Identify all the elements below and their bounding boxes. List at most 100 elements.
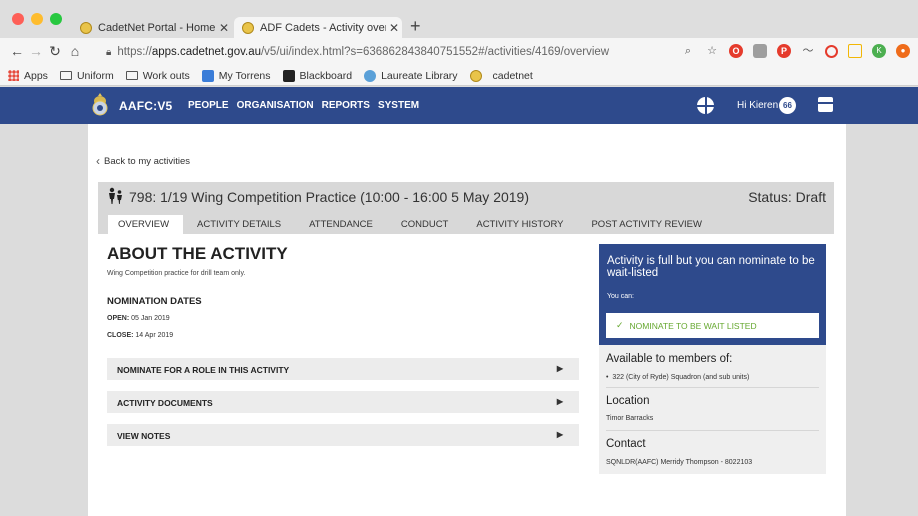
tab-activity-history[interactable]: ACTIVITY HISTORY: [462, 215, 577, 234]
opera-extension-icon[interactable]: O: [729, 44, 743, 58]
accordion-view-notes[interactable]: VIEW NOTES ▶: [107, 424, 579, 446]
tab-conduct[interactable]: CONDUCT: [387, 215, 463, 234]
activity-header: 798: 1/19 Wing Competition Practice (10:…: [98, 182, 834, 234]
close-date: 14 Apr 2019: [135, 332, 174, 339]
activity-status: Status: Draft: [748, 189, 826, 205]
nominate-button-label: NOMINATE TO BE WAIT LISTED: [629, 320, 757, 331]
nomination-open: OPEN: 05 Jan 2019: [107, 315, 170, 322]
browser-tab-activity[interactable]: ADF Cadets - Activity overview ✕: [234, 17, 402, 38]
bookmark-uniform[interactable]: Uniform: [59, 70, 114, 82]
members-heading: Available to members of:: [606, 353, 733, 365]
extension-wave-icon[interactable]: 〜: [801, 44, 815, 58]
bookmark-my-torrens[interactable]: My Torrens: [201, 69, 271, 82]
accordion-label: NOMINATE FOR A ROLE IN THIS ACTIVITY: [117, 365, 290, 375]
members-item-text: 322 (City of Ryde) Squadron (and sub uni…: [612, 374, 750, 381]
blackboard-icon: [282, 69, 295, 82]
bookmark-apps[interactable]: Apps: [8, 70, 48, 82]
close-tab-icon[interactable]: ✕: [386, 21, 402, 35]
members-item: • 322 (City of Ryde) Squadron (and sub u…: [606, 374, 750, 381]
nomination-dates-heading: NOMINATION DATES: [107, 296, 202, 307]
address-bar[interactable]: 🔒︎ https://apps.cadetnet.gov.au/v5/ui/in…: [106, 42, 609, 62]
divider: [606, 387, 819, 388]
nav-people[interactable]: PEOPLE: [188, 100, 229, 111]
bookmark-blackboard[interactable]: Blackboard: [282, 69, 353, 82]
tab-title: CadetNet Portal - Home: [98, 21, 216, 34]
url-prefix: https://: [117, 46, 152, 58]
bookmark-workouts[interactable]: Work outs: [125, 69, 190, 82]
tab-title: ADF Cadets - Activity overview: [260, 21, 386, 34]
checkmark-icon: ✓: [616, 320, 624, 330]
contact-value: SQNLDR(AAFC) Merridy Thompson - 8022103: [606, 459, 753, 466]
back-to-activities-link[interactable]: ‹ Back to my activities: [96, 154, 190, 168]
profile-avatar[interactable]: K: [872, 44, 886, 58]
extension-orange-icon[interactable]: ●: [896, 44, 910, 58]
bookmark-label: Apps: [24, 69, 48, 82]
triangle-right-icon: ▶: [556, 364, 563, 373]
reload-icon[interactable]: ↻: [46, 43, 64, 60]
accordion-label: VIEW NOTES: [117, 431, 171, 441]
extension-gray-icon[interactable]: [753, 44, 767, 58]
bookmark-label: Work outs: [142, 69, 190, 82]
app-header: AAFC:V5 PEOPLE ORGANISATION REPORTS SYST…: [0, 87, 918, 124]
new-tab-button[interactable]: +: [410, 16, 421, 37]
tab-overview[interactable]: OVERVIEW: [108, 215, 184, 234]
bookmark-laureate-library[interactable]: Laureate Library: [364, 69, 458, 82]
extension-icons: ⌕ ☆ O P 〜 K ●: [681, 44, 910, 58]
extension-doc-icon[interactable]: [848, 44, 862, 58]
browser-tab-home[interactable]: CadetNet Portal - Home ✕: [72, 17, 232, 38]
star-bookmark-icon[interactable]: ☆: [705, 44, 719, 58]
location-value: Timor Barracks: [606, 415, 654, 422]
tab-activity-details[interactable]: ACTIVITY DETAILS: [183, 215, 295, 234]
cadetnet-favicon-icon: [469, 69, 482, 82]
tab-post-activity-review[interactable]: POST ACTIVITY REVIEW: [577, 215, 716, 234]
close-tab-icon[interactable]: ✕: [216, 21, 232, 35]
activity-title: 798: 1/19 Wing Competition Practice (10:…: [129, 189, 529, 205]
activity-sidebar: Activity is full but you can nominate to…: [599, 244, 826, 474]
url-path: /v5/ui/index.html?s=636862843840751552#/…: [260, 46, 610, 58]
accordion-activity-documents[interactable]: ACTIVITY DOCUMENTS ▶: [107, 391, 579, 413]
extension-ring-icon[interactable]: [825, 44, 838, 58]
contact-heading: Contact: [606, 438, 646, 450]
divider: [606, 430, 819, 431]
maximize-window-button[interactable]: [50, 13, 62, 25]
cadetnet-favicon-icon: [242, 21, 254, 34]
crest-logo-icon: [92, 93, 108, 116]
nav-reports[interactable]: REPORTS: [322, 100, 370, 111]
browser-toolbar: ← → ↻ ⌂ 🔒︎ https://apps.cadetnet.gov.au /…: [0, 38, 918, 66]
bookmark-label: Blackboard: [299, 69, 353, 82]
cloud-icon: [364, 69, 377, 82]
bookmark-label: My Torrens: [218, 69, 271, 82]
pinterest-icon[interactable]: P: [777, 44, 791, 58]
close-window-button[interactable]: [12, 13, 24, 25]
bookmarks-bar: Apps Uniform Work outs My Torrens Blackb…: [0, 66, 918, 86]
nominate-wait-list-button[interactable]: ✓ NOMINATE TO BE WAIT LISTED: [606, 313, 819, 338]
compass-icon[interactable]: [697, 97, 714, 114]
nav-organisation[interactable]: ORGANISATION: [237, 100, 314, 111]
notification-badge[interactable]: 66: [779, 97, 796, 114]
location-heading: Location: [606, 395, 650, 407]
apps-grid-icon: [8, 70, 19, 81]
triangle-right-icon: ▶: [556, 430, 563, 439]
minimize-window-button[interactable]: [31, 13, 43, 25]
nav-system[interactable]: SYSTEM: [378, 100, 419, 111]
home-icon[interactable]: ⌂: [66, 43, 84, 59]
waitlist-alert-title: Activity is full but you can nominate to…: [607, 255, 815, 279]
accordion-nominate-role[interactable]: NOMINATE FOR A ROLE IN THIS ACTIVITY ▶: [107, 358, 579, 380]
package-icon[interactable]: [818, 97, 833, 112]
tab-attendance[interactable]: ATTENDANCE: [295, 215, 387, 234]
bookmark-cadetnet[interactable]: cadetnet: [469, 69, 533, 82]
back-link-label: Back to my activities: [104, 155, 191, 167]
main-content: ‹ Back to my activities 798: 1/19 Wing C…: [88, 124, 846, 516]
user-greeting[interactable]: Hi Kieren: [737, 100, 778, 111]
app-brand[interactable]: AAFC:V5: [119, 99, 172, 113]
top-navigation: PEOPLE ORGANISATION REPORTS SYSTEM: [188, 100, 419, 111]
zoom-icon[interactable]: ⌕: [681, 44, 695, 58]
accordion-label: ACTIVITY DOCUMENTS: [117, 398, 213, 408]
about-description: Wing Competition practice for drill team…: [107, 270, 246, 277]
url-domain: apps.cadetnet.gov.au: [151, 46, 261, 58]
back-arrow-icon[interactable]: ←: [8, 43, 26, 59]
torrens-icon: [201, 69, 214, 82]
forward-arrow-icon[interactable]: →: [27, 43, 45, 59]
open-date: 05 Jan 2019: [131, 315, 170, 322]
people-icon: [107, 187, 125, 210]
